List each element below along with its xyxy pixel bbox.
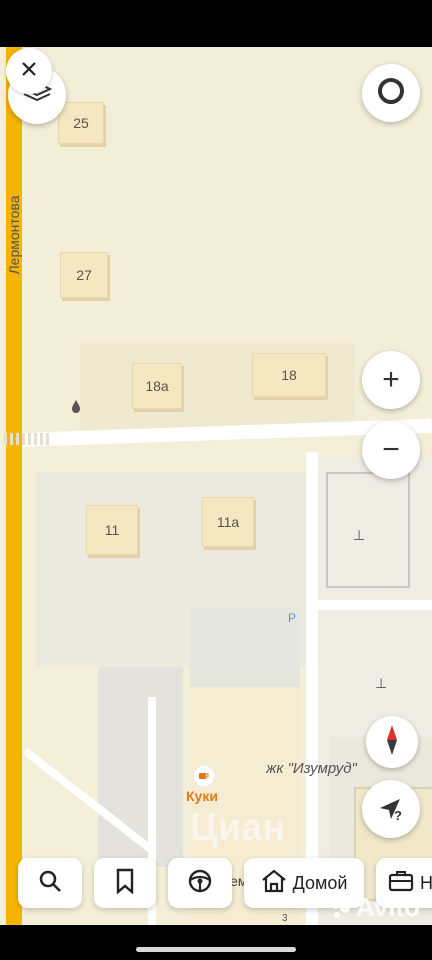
- poi-name[interactable]: Куки: [186, 788, 218, 804]
- north-arrow-icon: [382, 723, 402, 762]
- steering-wheel-icon: [187, 868, 213, 899]
- close-button[interactable]: [6, 48, 52, 94]
- water-drop-icon: [70, 399, 82, 413]
- plus-icon: +: [382, 363, 400, 396]
- minus-icon: −: [382, 433, 400, 466]
- location-status: ?: [394, 808, 402, 823]
- home-icon: [261, 869, 287, 898]
- road-right-cross: [318, 600, 432, 610]
- zoom-in-button[interactable]: +: [362, 351, 420, 409]
- bookmarks-button[interactable]: [94, 858, 156, 908]
- search-icon: [37, 868, 63, 899]
- parking-area: [190, 607, 300, 697]
- street-lermontova: [6, 47, 22, 925]
- building-27[interactable]: 27: [60, 252, 108, 298]
- bookmark-icon: [114, 868, 136, 899]
- work-label: Н: [420, 872, 432, 893]
- avito-watermark: Avito: [330, 892, 420, 923]
- my-location-button[interactable]: ?: [362, 780, 420, 838]
- building-25[interactable]: 25: [58, 102, 104, 144]
- search-button[interactable]: [18, 858, 82, 908]
- sport-icon: ⊥: [353, 527, 366, 543]
- close-icon: [21, 61, 37, 82]
- parking-label: P: [288, 611, 297, 625]
- home-indicator: [136, 947, 296, 952]
- building-18[interactable]: 18: [252, 353, 326, 397]
- building-18a[interactable]: 18а: [132, 363, 182, 409]
- street-label: Лермонтова: [6, 195, 22, 275]
- north-button[interactable]: [366, 716, 418, 768]
- watermark: Циан: [190, 807, 286, 849]
- court-1: [326, 472, 410, 588]
- complex-label: жк "Изумруд": [266, 760, 357, 777]
- building-11[interactable]: 11: [86, 505, 138, 555]
- road-vertical-right: [306, 452, 318, 925]
- avito-logo-icon: [330, 897, 352, 919]
- avito-label: Avito: [356, 892, 421, 922]
- home-label: Домой: [292, 872, 348, 893]
- crosswalk: [4, 433, 50, 445]
- building-11a[interactable]: 11а: [202, 497, 254, 547]
- small-label: 3: [282, 913, 288, 924]
- cafe-icon[interactable]: [193, 765, 215, 787]
- compass-ring-icon: [375, 75, 407, 112]
- compass-button[interactable]: [362, 64, 420, 122]
- navigator-button[interactable]: [168, 858, 232, 908]
- sport-icon: ⊥: [375, 675, 388, 691]
- zoom-out-button[interactable]: −: [362, 421, 420, 479]
- location-arrow-icon: ?: [376, 794, 406, 824]
